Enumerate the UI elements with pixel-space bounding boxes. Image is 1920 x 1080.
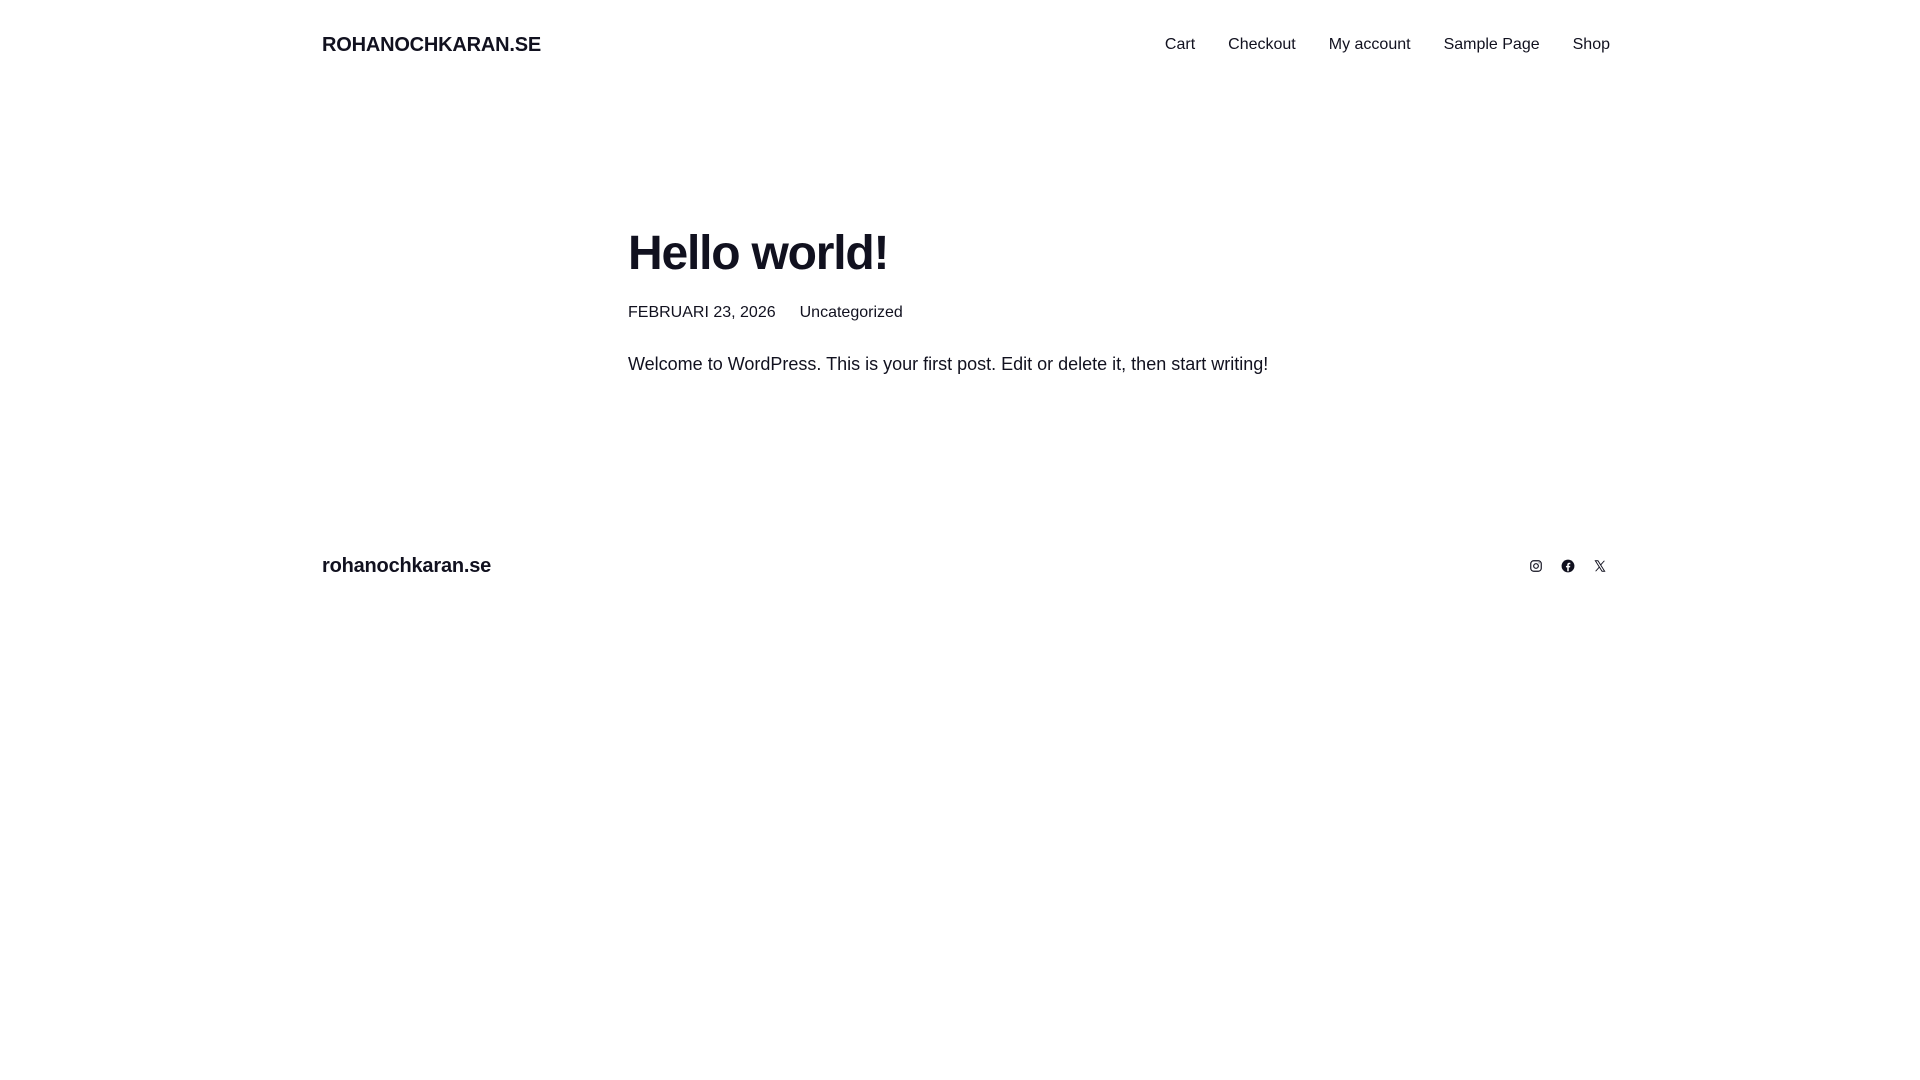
post-title: Hello world! (628, 227, 889, 280)
site-header: ROHANOCHKARAN.SE Cart Checkout My accoun… (322, 30, 1610, 60)
primary-navigation: Cart Checkout My account Sample Page Sho… (1165, 36, 1610, 54)
social-links (1526, 556, 1610, 576)
footer-site-title-link[interactable]: rohanochkaran.se (322, 555, 491, 578)
post-category-link[interactable]: Uncategorized (800, 303, 903, 323)
nav-item-sample-page[interactable]: Sample Page (1444, 36, 1540, 54)
post: Hello world! FEBRUARI 23, 2026 Uncategor… (628, 222, 1428, 395)
post-date: FEBRUARI 23, 2026 (628, 304, 776, 321)
post-meta: FEBRUARI 23, 2026 Uncategorized (628, 303, 1428, 323)
instagram-link[interactable] (1526, 556, 1546, 576)
facebook-icon (1561, 559, 1575, 573)
x-icon (1593, 559, 1607, 573)
instagram-icon (1529, 559, 1543, 573)
nav-item-checkout[interactable]: Checkout (1228, 36, 1296, 54)
site-title-link[interactable]: ROHANOCHKARAN.SE (322, 34, 541, 57)
nav-item-my-account[interactable]: My account (1329, 36, 1411, 54)
site-footer: rohanochkaran.se (322, 552, 1610, 580)
facebook-link[interactable] (1558, 556, 1578, 576)
nav-item-cart[interactable]: Cart (1165, 36, 1195, 54)
post-content: Welcome to WordPress. This is your first… (628, 354, 1269, 374)
x-link[interactable] (1590, 556, 1610, 576)
nav-item-shop[interactable]: Shop (1573, 36, 1610, 54)
